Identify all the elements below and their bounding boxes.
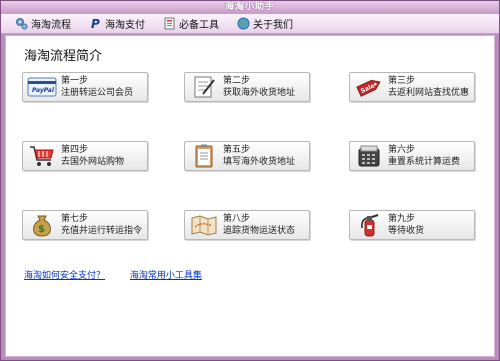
gears-icon xyxy=(15,17,28,30)
fire-extinguisher-icon xyxy=(353,211,385,239)
help-links: 海淘如何安全支付？ 海淘常用小工具集 xyxy=(24,268,224,281)
money-bag-icon: $ xyxy=(26,211,58,239)
step-number: 第七步 xyxy=(61,214,89,224)
clipboard-icon xyxy=(188,142,220,170)
calculator-icon xyxy=(353,142,385,170)
step-number: 第八步 xyxy=(223,214,251,224)
step-description: 重置系统计算运费 xyxy=(388,157,461,167)
step-button-1[interactable]: PayPal 第一步 注册转运公司会员 xyxy=(22,72,148,102)
step-text: 第三步 去返利网站查找优惠 xyxy=(388,75,469,99)
step-text: 第五步 填写海外收货地址 xyxy=(223,144,295,168)
toolbar-item-label: 海淘支付 xyxy=(105,20,145,31)
title-bar[interactable]: 海淘小助手 xyxy=(1,1,499,14)
step-text: 第二步 获取海外收货地址 xyxy=(223,75,295,99)
globe-icon xyxy=(237,17,250,30)
step-button-9[interactable]: 第九步 等待收货 xyxy=(349,210,475,240)
step-button-7[interactable]: $ 第七步 充值并运行转运指令 xyxy=(22,210,148,240)
window-title: 海淘小助手 xyxy=(224,2,275,12)
step-button-2[interactable]: 第二步 获取海外收货地址 xyxy=(184,72,310,102)
step-button-8[interactable]: 第八步 追踪货物运送状态 xyxy=(184,210,310,240)
step-text: 第一步 注册转运公司会员 xyxy=(61,75,133,99)
step-number: 第一步 xyxy=(61,76,89,86)
step-text: 第六步 重置系统计算运费 xyxy=(388,144,460,168)
step-text: 第九步 等待收货 xyxy=(388,213,424,237)
step-button-3[interactable]: Sale 第三步 去返利网站查找优惠 xyxy=(349,72,475,102)
step-description: 注册转运公司会员 xyxy=(61,88,134,98)
step-number: 第三步 xyxy=(388,76,416,86)
toolbar-item-label: 海淘流程 xyxy=(31,20,71,31)
toolbar: 海淘流程 P 海淘支付 必备工具 关于我们 xyxy=(1,14,499,34)
step-button-4[interactable]: 第四步 去国外网站购物 xyxy=(22,141,148,171)
paypal-icon: P xyxy=(89,17,102,30)
step-description: 获取海外收货地址 xyxy=(223,88,296,98)
step-button-5[interactable]: 第五步 填写海外收货地址 xyxy=(184,141,310,171)
toolbar-item-process[interactable]: 海淘流程 xyxy=(15,16,71,31)
page-title: 海淘流程简介 xyxy=(24,49,103,64)
step-text: 第七步 充值并运行转运指令 xyxy=(61,213,142,237)
map-icon xyxy=(188,211,220,239)
main-panel: 海淘流程简介 PayPal 第一步 注册转运公司会员 第二步 获取海外收货地址 … xyxy=(5,35,495,357)
step-number: 第五步 xyxy=(223,145,251,155)
step-number: 第九步 xyxy=(388,214,416,224)
svg-text:$: $ xyxy=(38,224,45,235)
link-safe-payment[interactable]: 海淘如何安全支付？ xyxy=(24,271,105,281)
tools-icon xyxy=(163,17,176,30)
toolbar-item-about[interactable]: 关于我们 xyxy=(237,16,293,31)
step-number: 第二步 xyxy=(223,76,251,86)
link-tools-collection[interactable]: 海淘常用小工具集 xyxy=(130,271,202,281)
step-text: 第八步 追踪货物运送状态 xyxy=(223,213,295,237)
notepad-pen-icon xyxy=(188,73,220,101)
step-number: 第四步 xyxy=(61,145,89,155)
toolbar-item-payment[interactable]: P 海淘支付 xyxy=(89,16,145,31)
toolbar-item-label: 必备工具 xyxy=(179,20,219,31)
shopping-cart-icon xyxy=(26,142,58,170)
svg-text:P: P xyxy=(91,17,100,30)
app-window: 海淘小助手 海淘流程 P 海淘支付 必备工具 关于我们 海淘流程简介 PayPa… xyxy=(0,0,500,361)
paypal-card-icon: PayPal xyxy=(26,73,58,101)
step-text: 第四步 去国外网站购物 xyxy=(61,144,124,168)
step-description: 追踪货物运送状态 xyxy=(223,226,296,236)
step-description: 填写海外收货地址 xyxy=(223,157,296,167)
step-description: 等待收货 xyxy=(388,226,425,236)
step-description: 去国外网站购物 xyxy=(61,157,125,167)
toolbar-item-tools[interactable]: 必备工具 xyxy=(163,16,219,31)
step-number: 第六步 xyxy=(388,145,416,155)
step-description: 去返利网站查找优惠 xyxy=(388,88,470,98)
toolbar-item-label: 关于我们 xyxy=(253,20,293,31)
sale-tag-icon: Sale xyxy=(353,73,385,101)
step-description: 充值并运行转运指令 xyxy=(61,226,143,236)
svg-text:PayPal: PayPal xyxy=(32,87,55,94)
step-button-6[interactable]: 第六步 重置系统计算运费 xyxy=(349,141,475,171)
